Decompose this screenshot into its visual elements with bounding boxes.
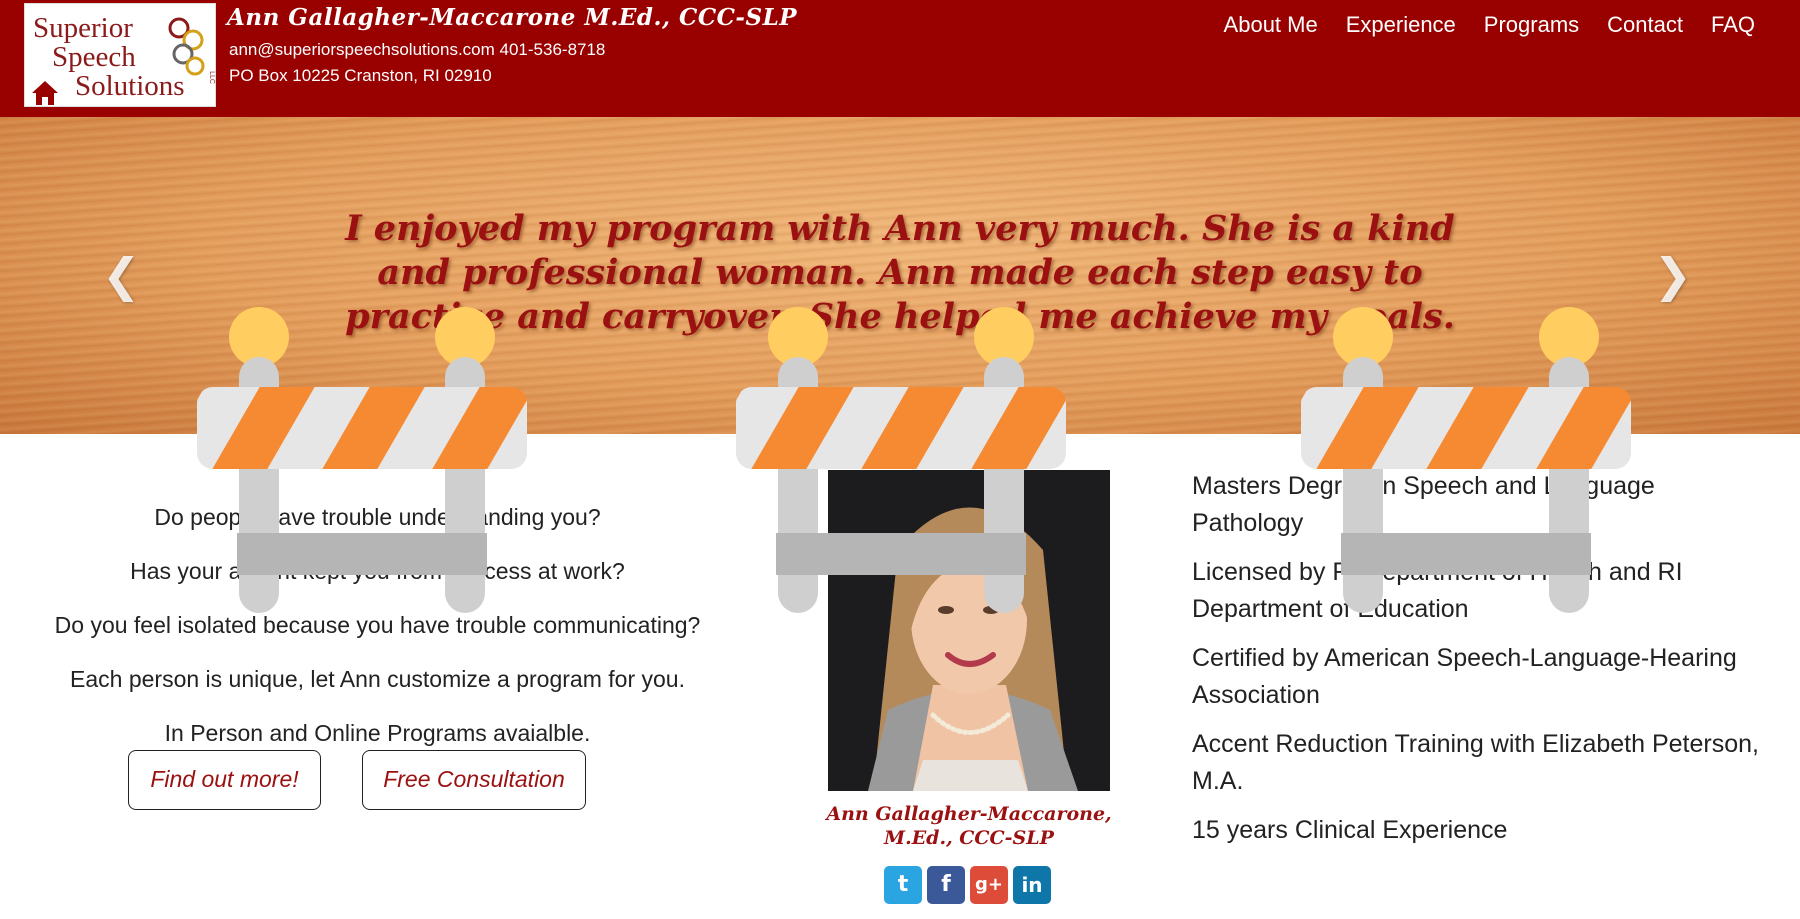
- testimonial-carousel: ❮ I enjoyed my program with Ann very muc…: [0, 117, 1800, 434]
- caption-line-1: Ann Gallagher-Maccarone,: [826, 803, 1112, 825]
- intro-line: Do people have trouble understanding you…: [154, 504, 601, 530]
- logo-rings-icon: [168, 17, 205, 76]
- intro-line: Do you feel isolated because you have tr…: [54, 612, 701, 638]
- testimonial-quote: I enjoyed my program with Ann very much.…: [345, 208, 1455, 337]
- credential-item: Accent Reduction Training with Elizabeth…: [1192, 730, 1759, 795]
- profile-photo: [828, 470, 1110, 791]
- intro-line: Each person is unique, let Ann customize…: [70, 666, 685, 692]
- home-icon[interactable]: [30, 78, 60, 108]
- credential-item: Masters Degree in Speech and Language Pa…: [1192, 472, 1655, 537]
- twitter-icon[interactable]: t: [884, 866, 922, 904]
- intro-section: Do people have trouble understanding you…: [0, 490, 755, 760]
- header-contact[interactable]: ann@superiorspeechsolutions.com 401-536-…: [229, 40, 605, 60]
- chevron-right-icon[interactable]: ❯: [1653, 252, 1692, 298]
- header-address: PO Box 10225 Cranston, RI 02910: [229, 66, 492, 85]
- logo-line-2: Speech: [52, 41, 136, 73]
- site-logo[interactable]: Superior Speech Solutions LLC: [24, 3, 216, 107]
- logo-line-1: Superior: [33, 12, 133, 44]
- profile-caption: Ann Gallagher-Maccarone, M.Ed., CCC-SLP: [820, 802, 1118, 850]
- main-nav: About Me Experience Programs Contact FAQ: [1196, 10, 1755, 40]
- credential-item: Certified by American Speech-Language-He…: [1192, 644, 1737, 709]
- nav-experience[interactable]: Experience: [1346, 10, 1456, 40]
- free-consultation-button[interactable]: Free Consultation: [362, 750, 586, 810]
- social-links: t f g+ in: [884, 866, 1056, 904]
- credential-item: Licensed by RI Department of Health and …: [1192, 558, 1683, 623]
- header-name: Ann Gallagher-Maccarone M.Ed., CCC-SLP: [227, 4, 798, 31]
- credentials-list: Masters Degree in Speech and Language Pa…: [1192, 468, 1772, 861]
- credential-item: 15 years Clinical Experience: [1192, 816, 1508, 844]
- nav-about-me[interactable]: About Me: [1224, 10, 1318, 40]
- caption-line-2: M.Ed., CCC-SLP: [884, 827, 1054, 849]
- googleplus-icon[interactable]: g+: [970, 866, 1008, 904]
- nav-faq[interactable]: FAQ: [1711, 10, 1755, 40]
- portrait-image: [828, 470, 1110, 791]
- facebook-icon[interactable]: f: [927, 866, 965, 904]
- nav-programs[interactable]: Programs: [1484, 10, 1579, 40]
- linkedin-icon[interactable]: in: [1013, 866, 1051, 904]
- intro-line: Has your accent kept you from success at…: [130, 558, 625, 584]
- chevron-left-icon[interactable]: ❮: [102, 252, 141, 298]
- logo-llc: LLC: [207, 71, 215, 84]
- nav-contact[interactable]: Contact: [1607, 10, 1683, 40]
- site-header: Superior Speech Solutions LLC Ann Gallag…: [0, 0, 1800, 117]
- find-out-more-button[interactable]: Find out more!: [128, 750, 321, 810]
